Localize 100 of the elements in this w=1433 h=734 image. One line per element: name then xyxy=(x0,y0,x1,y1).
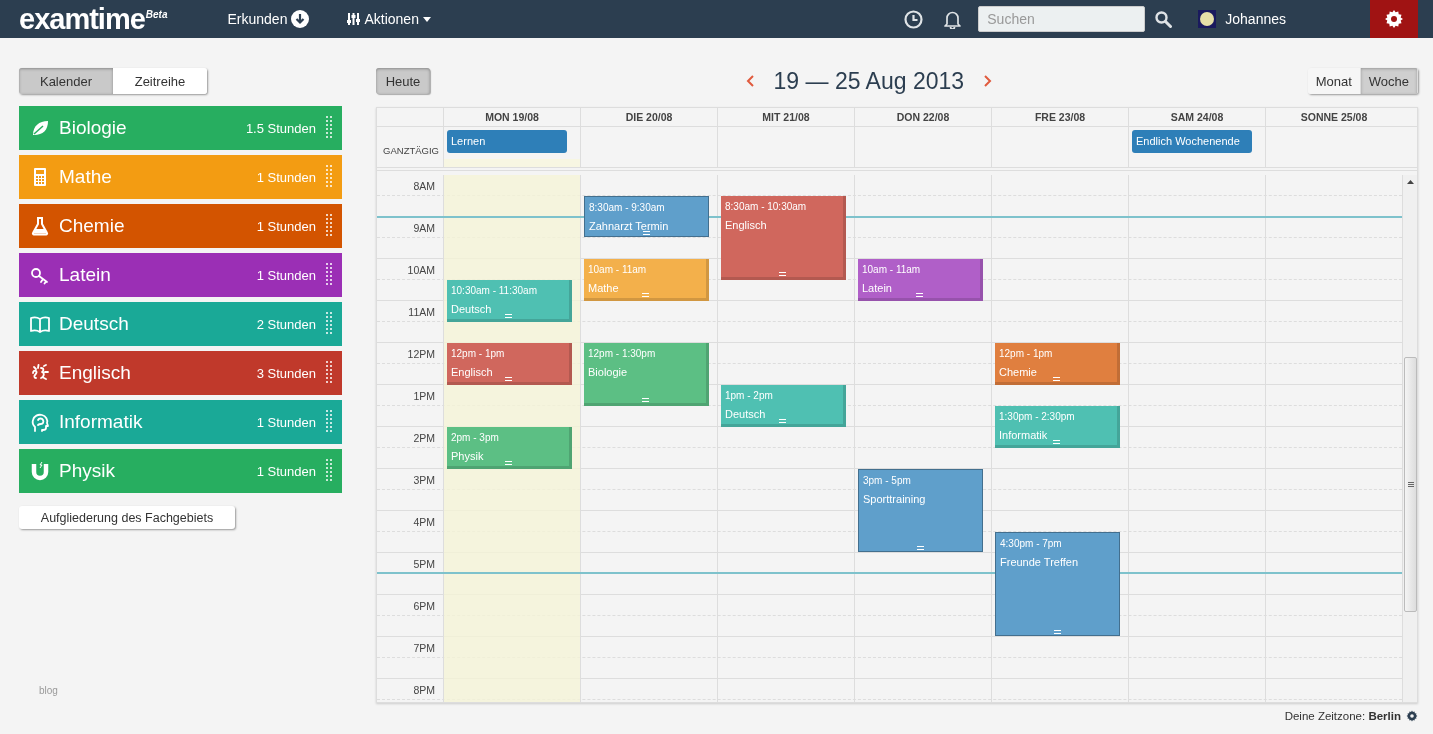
settings-icon[interactable] xyxy=(1406,710,1418,722)
resize-handle-icon[interactable] xyxy=(1053,440,1060,444)
allday-event[interactable]: Endlich Wochenende xyxy=(1132,130,1252,153)
calendar-event[interactable]: 4:30pm - 7pm Freunde Treffen xyxy=(995,532,1120,636)
resize-handle-icon[interactable] xyxy=(917,546,924,550)
event-time: 12pm - 1:30pm xyxy=(588,348,656,360)
breakdown-button[interactable]: Aufgliederung des Fachgebiets xyxy=(19,506,235,529)
today-button[interactable]: Heute xyxy=(376,68,430,94)
subject-name: Mathe xyxy=(59,166,113,188)
event-title: Biologie xyxy=(588,366,628,378)
search-field[interactable]: Suchen xyxy=(978,6,1146,32)
key-icon xyxy=(30,265,50,285)
settings-icon[interactable] xyxy=(1370,0,1418,38)
subject-item[interactable]: Physik 1 Stunden xyxy=(19,449,342,493)
event-title: Deutsch xyxy=(451,303,492,315)
scroll-up-icon[interactable] xyxy=(1407,180,1414,184)
subject-name: Latein xyxy=(59,264,112,286)
sliders-icon xyxy=(347,12,361,26)
event-title: Deutsch xyxy=(725,408,766,420)
hour-label: 7PM xyxy=(413,642,435,654)
calendar-event[interactable]: 10:30am - 11:30am Deutsch xyxy=(447,280,572,322)
hour-label: 12PM xyxy=(407,348,435,360)
resize-handle-icon[interactable] xyxy=(642,293,649,297)
magnet-icon xyxy=(30,461,50,481)
calendar-event[interactable]: 12pm - 1:30pm Biologie xyxy=(584,343,709,406)
calendar-event[interactable]: 8:30am - 9:30am Zahnarzt Termin xyxy=(584,196,709,237)
book-icon xyxy=(30,314,50,334)
view-tab[interactable]: Kalender xyxy=(19,68,113,94)
view-toggle[interactable]: Monat xyxy=(1307,68,1361,94)
drag-handle-icon[interactable] xyxy=(326,312,332,336)
calendar-event[interactable]: 2pm - 3pm Physik xyxy=(447,427,572,469)
user-name[interactable]: Johannes xyxy=(1225,11,1286,27)
subject-item[interactable]: Mathe 1 Stunden xyxy=(19,155,342,199)
event-title: Englisch xyxy=(451,366,493,378)
grip-icon xyxy=(1407,482,1414,487)
scrollbar[interactable] xyxy=(1402,175,1417,702)
hour-label: 10AM xyxy=(407,264,435,276)
event-title: Chemie xyxy=(999,366,1037,378)
calendar-event[interactable]: 12pm - 1pm Englisch xyxy=(447,343,572,385)
drag-handle-icon[interactable] xyxy=(326,116,332,140)
subject-item[interactable]: Latein 1 Stunden xyxy=(19,253,342,297)
subject-item[interactable]: Informatik 1 Stunden xyxy=(19,400,342,444)
subject-item[interactable]: Deutsch 2 Stunden xyxy=(19,302,342,346)
clock-icon[interactable] xyxy=(904,9,924,29)
menu-button[interactable]: Erkunden xyxy=(227,10,310,28)
avatar-icon[interactable] xyxy=(1198,10,1217,28)
drag-handle-icon[interactable] xyxy=(326,410,332,434)
view-toggle[interactable]: Woche xyxy=(1360,68,1418,94)
calendar-event[interactable]: 3pm - 5pm Sporttraining xyxy=(858,469,983,552)
event-time: 12pm - 1pm xyxy=(451,348,505,360)
calendar-event[interactable]: 10am - 11am Mathe xyxy=(584,259,709,301)
hour-label: 11AM xyxy=(408,306,435,318)
logo[interactable]: examtime xyxy=(19,4,145,34)
subject-hours: 1 Stunden xyxy=(256,414,316,430)
resize-handle-icon[interactable] xyxy=(505,377,512,381)
resize-handle-icon[interactable] xyxy=(1054,630,1061,634)
menu-button[interactable]: Aktionen xyxy=(347,11,431,27)
subject-item[interactable]: Biologie 1.5 Stunden xyxy=(19,106,342,150)
subject-item[interactable]: Englisch 3 Stunden xyxy=(19,351,342,395)
drag-handle-icon[interactable] xyxy=(326,214,332,238)
calendar-event[interactable]: 1:30pm - 2:30pm Informatik xyxy=(995,406,1120,448)
allday-event[interactable]: Lernen xyxy=(447,130,567,153)
resize-handle-icon[interactable] xyxy=(916,293,923,297)
day-header: SAM 24/08 xyxy=(1128,108,1265,126)
event-title: Zahnarzt Termin xyxy=(589,220,669,232)
bell-icon[interactable] xyxy=(943,9,963,29)
arrow-down-circle-icon xyxy=(291,10,310,28)
event-time: 10am - 11am xyxy=(588,264,647,276)
hour-label: 8AM xyxy=(413,180,435,192)
event-title: Englisch xyxy=(725,219,767,231)
beta-label: Beta xyxy=(145,8,168,20)
resize-handle-icon[interactable] xyxy=(1053,377,1060,381)
calendar-event[interactable]: 1pm - 2pm Deutsch xyxy=(721,385,846,427)
drag-handle-icon[interactable] xyxy=(326,263,332,287)
drag-handle-icon[interactable] xyxy=(326,361,332,385)
subject-hours: 2 Stunden xyxy=(256,316,316,332)
subject-name: Physik xyxy=(59,460,116,482)
view-tab[interactable]: Zeitreihe xyxy=(113,68,207,94)
calendar-event[interactable]: 12pm - 1pm Chemie xyxy=(995,343,1120,385)
scroll-thumb[interactable] xyxy=(1404,357,1417,612)
leaf-icon xyxy=(30,118,50,138)
drag-handle-icon[interactable] xyxy=(326,165,332,189)
calendar-event[interactable]: 10am - 11am Latein xyxy=(858,259,983,301)
resize-handle-icon[interactable] xyxy=(505,314,512,318)
resize-handle-icon[interactable] xyxy=(642,398,649,402)
subject-hours: 1.5 Stunden xyxy=(245,120,316,136)
flask-icon xyxy=(30,216,50,236)
hour-label: 6PM xyxy=(413,600,435,612)
blog-link[interactable]: blog xyxy=(39,685,342,696)
resize-handle-icon[interactable] xyxy=(779,272,786,276)
search-icon[interactable] xyxy=(1155,10,1173,28)
day-header: MIT 21/08 xyxy=(717,108,854,126)
drag-handle-icon[interactable] xyxy=(326,459,332,483)
resize-handle-icon[interactable] xyxy=(643,231,650,235)
calendar-event[interactable]: 8:30am - 10:30am Englisch xyxy=(721,196,846,280)
subject-item[interactable]: Chemie 1 Stunden xyxy=(19,204,342,248)
timezone-text: Deine Zeitzone: Berlin xyxy=(1284,710,1401,722)
resize-handle-icon[interactable] xyxy=(505,461,512,465)
resize-handle-icon[interactable] xyxy=(779,419,786,423)
subject-name: Englisch xyxy=(59,362,132,384)
